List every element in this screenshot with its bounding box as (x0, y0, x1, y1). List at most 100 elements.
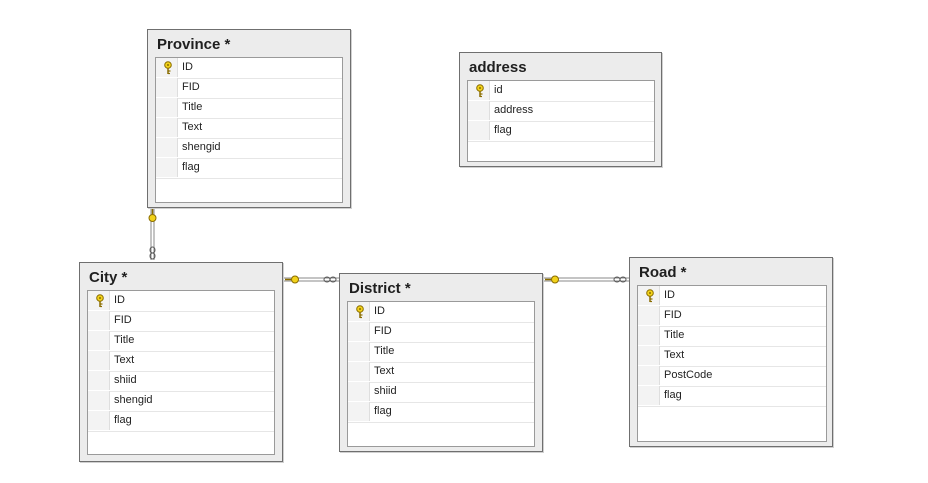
relationship-district-road[interactable] (543, 275, 630, 284)
column-row[interactable]: Text (88, 351, 274, 372)
row-selector[interactable] (88, 391, 110, 410)
row-selector[interactable] (348, 382, 370, 401)
row-selector[interactable] (156, 58, 178, 77)
column-name: FID (374, 325, 392, 337)
row-selector[interactable] (638, 306, 660, 325)
column-row[interactable]: Text (638, 346, 826, 367)
column-name: ID (664, 289, 675, 301)
row-selector[interactable] (348, 342, 370, 361)
column-row[interactable]: shiid (348, 382, 534, 403)
column-row[interactable]: ID (638, 286, 826, 307)
column-row[interactable]: FID (88, 311, 274, 332)
column-name: Title (114, 334, 135, 346)
row-selector[interactable] (468, 121, 490, 140)
row-selector[interactable] (88, 331, 110, 350)
column-grid: ID FID Title Text shiid flag (347, 301, 535, 447)
row-selector[interactable] (638, 346, 660, 365)
primary-key-icon (355, 305, 365, 319)
row-selector[interactable] (88, 291, 110, 310)
column-row[interactable]: flag (88, 411, 274, 432)
column-row[interactable]: shengid (156, 138, 342, 159)
row-selector[interactable] (348, 302, 370, 321)
column-grid: ID FID Title Text PostCode flag (637, 285, 827, 442)
row-selector[interactable] (156, 98, 178, 117)
column-row[interactable]: flag (348, 402, 534, 423)
row-selector[interactable] (88, 311, 110, 330)
column-name: shiid (114, 374, 137, 386)
column-name: Text (182, 121, 203, 133)
row-selector[interactable] (638, 386, 660, 405)
column-row[interactable]: shengid (88, 391, 274, 412)
column-row[interactable]: ID (348, 302, 534, 323)
row-selector[interactable] (156, 78, 178, 97)
column-name: shiid (374, 385, 397, 397)
primary-key-icon (475, 84, 485, 98)
row-selector[interactable] (348, 322, 370, 341)
row-selector[interactable] (468, 101, 490, 120)
row-selector[interactable] (468, 81, 490, 100)
table-title: Province * (157, 36, 231, 53)
column-name: id (494, 84, 503, 96)
primary-key-icon (645, 289, 655, 303)
column-grid: id address flag (467, 80, 655, 162)
column-name: shengid (182, 141, 221, 153)
table-city[interactable]: City * ID FID Title Text shiid shengid flag (79, 262, 283, 462)
column-row[interactable]: FID (638, 306, 826, 327)
row-selector[interactable] (88, 411, 110, 430)
column-name: FID (114, 314, 132, 326)
row-selector[interactable] (156, 118, 178, 137)
table-province[interactable]: Province * ID FID Title Text shengid flag (147, 29, 351, 208)
row-selector[interactable] (156, 158, 178, 177)
column-row[interactable]: PostCode (638, 366, 826, 387)
column-row[interactable]: Title (88, 331, 274, 352)
table-address[interactable]: address id address flag (459, 52, 662, 167)
column-row[interactable]: flag (468, 121, 654, 142)
column-row[interactable]: ID (88, 291, 274, 312)
column-row[interactable]: Title (638, 326, 826, 347)
table-district[interactable]: District * ID FID Title Text shiid flag (339, 273, 543, 452)
column-row[interactable]: id (468, 81, 654, 102)
column-row[interactable]: address (468, 101, 654, 122)
row-selector[interactable] (88, 351, 110, 370)
column-name: flag (494, 124, 512, 136)
column-name: Title (664, 329, 685, 341)
column-name: Title (182, 101, 203, 113)
column-grid: ID FID Title Text shengid flag (155, 57, 343, 203)
column-row[interactable]: flag (638, 386, 826, 407)
column-row[interactable]: shiid (88, 371, 274, 392)
row-selector[interactable] (638, 366, 660, 385)
column-row[interactable]: Text (156, 118, 342, 139)
key-end-icon (545, 275, 559, 284)
relationship-province-city[interactable] (148, 207, 157, 260)
column-row[interactable]: Text (348, 362, 534, 383)
row-selector[interactable] (88, 371, 110, 390)
column-name: ID (374, 305, 385, 317)
column-name: flag (182, 161, 200, 173)
row-selector[interactable] (348, 402, 370, 421)
table-title: District * (349, 280, 411, 297)
column-row[interactable]: flag (156, 158, 342, 179)
column-name: flag (374, 405, 392, 417)
row-selector[interactable] (348, 362, 370, 381)
table-road[interactable]: Road * ID FID Title Text PostCode flag (629, 257, 833, 447)
column-name: flag (114, 414, 132, 426)
primary-key-icon (95, 294, 105, 308)
relationship-district-city[interactable] (283, 275, 340, 284)
column-name: PostCode (664, 369, 713, 381)
row-selector[interactable] (156, 138, 178, 157)
row-selector[interactable] (638, 286, 660, 305)
column-name: FID (664, 309, 682, 321)
column-row[interactable]: Title (348, 342, 534, 363)
column-name: address (494, 104, 534, 116)
column-row[interactable]: Title (156, 98, 342, 119)
row-selector[interactable] (638, 326, 660, 345)
primary-key-icon (163, 61, 173, 75)
key-end-icon (148, 208, 157, 222)
column-row[interactable]: ID (156, 58, 342, 79)
column-name: ID (114, 294, 125, 306)
key-end-icon (285, 275, 299, 284)
column-name: flag (664, 389, 682, 401)
column-row[interactable]: FID (156, 78, 342, 99)
column-row[interactable]: FID (348, 322, 534, 343)
column-name: FID (182, 81, 200, 93)
